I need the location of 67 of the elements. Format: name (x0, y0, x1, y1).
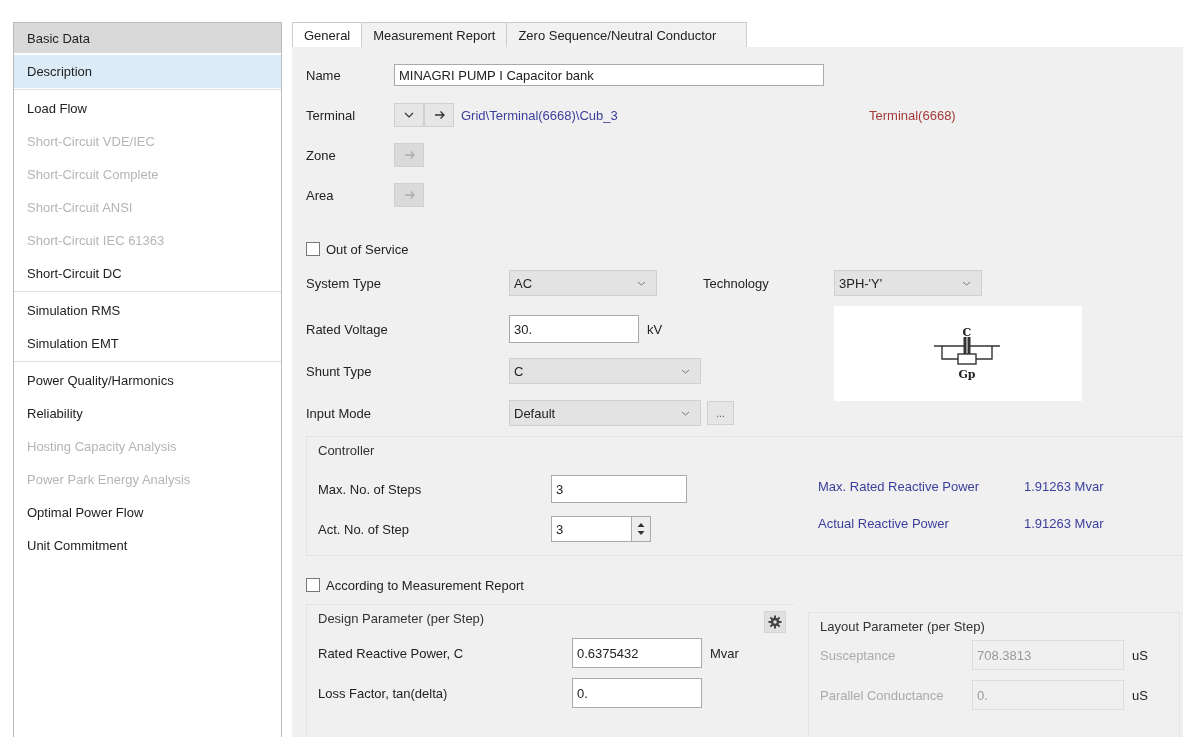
sidebar-item[interactable]: Description (14, 55, 281, 88)
terminal-path-link[interactable]: Grid\Terminal(6668)\Cub_3 (461, 107, 869, 123)
field-label: Loss Factor, tan(delta) (318, 685, 449, 701)
checkbox[interactable] (306, 578, 320, 592)
field-label: Input Mode (306, 405, 373, 421)
arrow-button[interactable] (424, 103, 454, 127)
settings-button[interactable] (764, 611, 786, 633)
sidebar-item[interactable]: Short-Circuit DC (14, 257, 281, 290)
sidebar-item[interactable]: Power Quality/Harmonics (14, 364, 281, 397)
field-label: Max. No. of Steps (318, 481, 423, 497)
field-label: Name (306, 67, 342, 83)
spin-button[interactable] (631, 516, 651, 542)
result-value: 1.91263 Mvar (1024, 516, 1104, 531)
sidebar-item[interactable]: Optimal Power Flow (14, 496, 281, 529)
field-label: Area (306, 187, 335, 203)
field-label: Zone (306, 147, 337, 163)
unit-label: uS (1132, 647, 1148, 663)
dropdown[interactable]: C (509, 358, 701, 384)
result-value: 1.91263 Mvar (1024, 479, 1104, 494)
dropdown[interactable]: AC (509, 270, 657, 296)
chevron-icon (681, 368, 690, 374)
input-field[interactable]: 0. (572, 678, 702, 708)
input-field[interactable]: 3 (551, 475, 687, 503)
checkbox-label: Out of Service (326, 241, 409, 257)
input-field[interactable]: 0.6375432 (572, 638, 702, 668)
tab[interactable]: Measurement Report (361, 22, 508, 47)
sidebar-header: Basic Data (14, 23, 281, 53)
chevron-icon (962, 280, 971, 286)
chevron-icon (681, 410, 690, 416)
sidebar-item[interactable]: Reliability (14, 397, 281, 430)
chevron-icon (637, 280, 646, 286)
checkbox[interactable] (306, 242, 320, 256)
result-label: Max. Rated Reactive Power (818, 479, 981, 494)
checkbox-label: According to Measurement Report (326, 577, 524, 593)
field-label: System Type (306, 275, 382, 291)
dropdown[interactable]: Default (509, 400, 701, 426)
sidebar-item[interactable]: Unit Commitment (14, 529, 281, 562)
settings-icon (768, 615, 782, 629)
input-field[interactable]: 3 (551, 516, 631, 542)
field-label: Susceptance (820, 647, 897, 663)
group-title: Controller (318, 443, 376, 459)
group-title: Layout Parameter (per Step) (820, 619, 986, 635)
field-label: Technology (703, 275, 769, 291)
more-button[interactable]: ... (707, 401, 734, 425)
capacitor-symbol-drawing: C Gp (834, 306, 1082, 401)
chevron-icon (404, 112, 414, 118)
unit-label: uS (1132, 687, 1148, 703)
unit-label: kV (647, 321, 663, 337)
unit-label: Mvar (710, 645, 739, 661)
input-field[interactable]: 30. (509, 315, 639, 343)
sidebar-item[interactable]: Simulation EMT (14, 327, 281, 360)
sidebar-item[interactable]: Load Flow (14, 92, 281, 125)
terminal-link[interactable]: Terminal(6668) (869, 107, 956, 123)
tab[interactable]: General (292, 22, 363, 47)
spin-arrows-icon (637, 522, 645, 536)
dropdown[interactable]: 3PH-'Y' (834, 270, 982, 296)
name-field[interactable]: MINAGRI PUMP I Capacitor bank (394, 64, 824, 86)
field-label: Rated Reactive Power, C (318, 645, 465, 661)
field-label: Parallel Conductance (820, 687, 945, 703)
field-label: Shunt Type (306, 363, 373, 379)
field-label: Act. No. of Step (318, 521, 411, 537)
result-label: Actual Reactive Power (818, 516, 950, 531)
sidebar-item[interactable]: Simulation RMS (14, 294, 281, 327)
group-title: Design Parameter (per Step) (318, 611, 485, 627)
tab[interactable]: Zero Sequence/Neutral Conductor (506, 22, 748, 47)
field-label: Terminal (306, 107, 357, 123)
field-label: Rated Voltage (306, 321, 389, 337)
